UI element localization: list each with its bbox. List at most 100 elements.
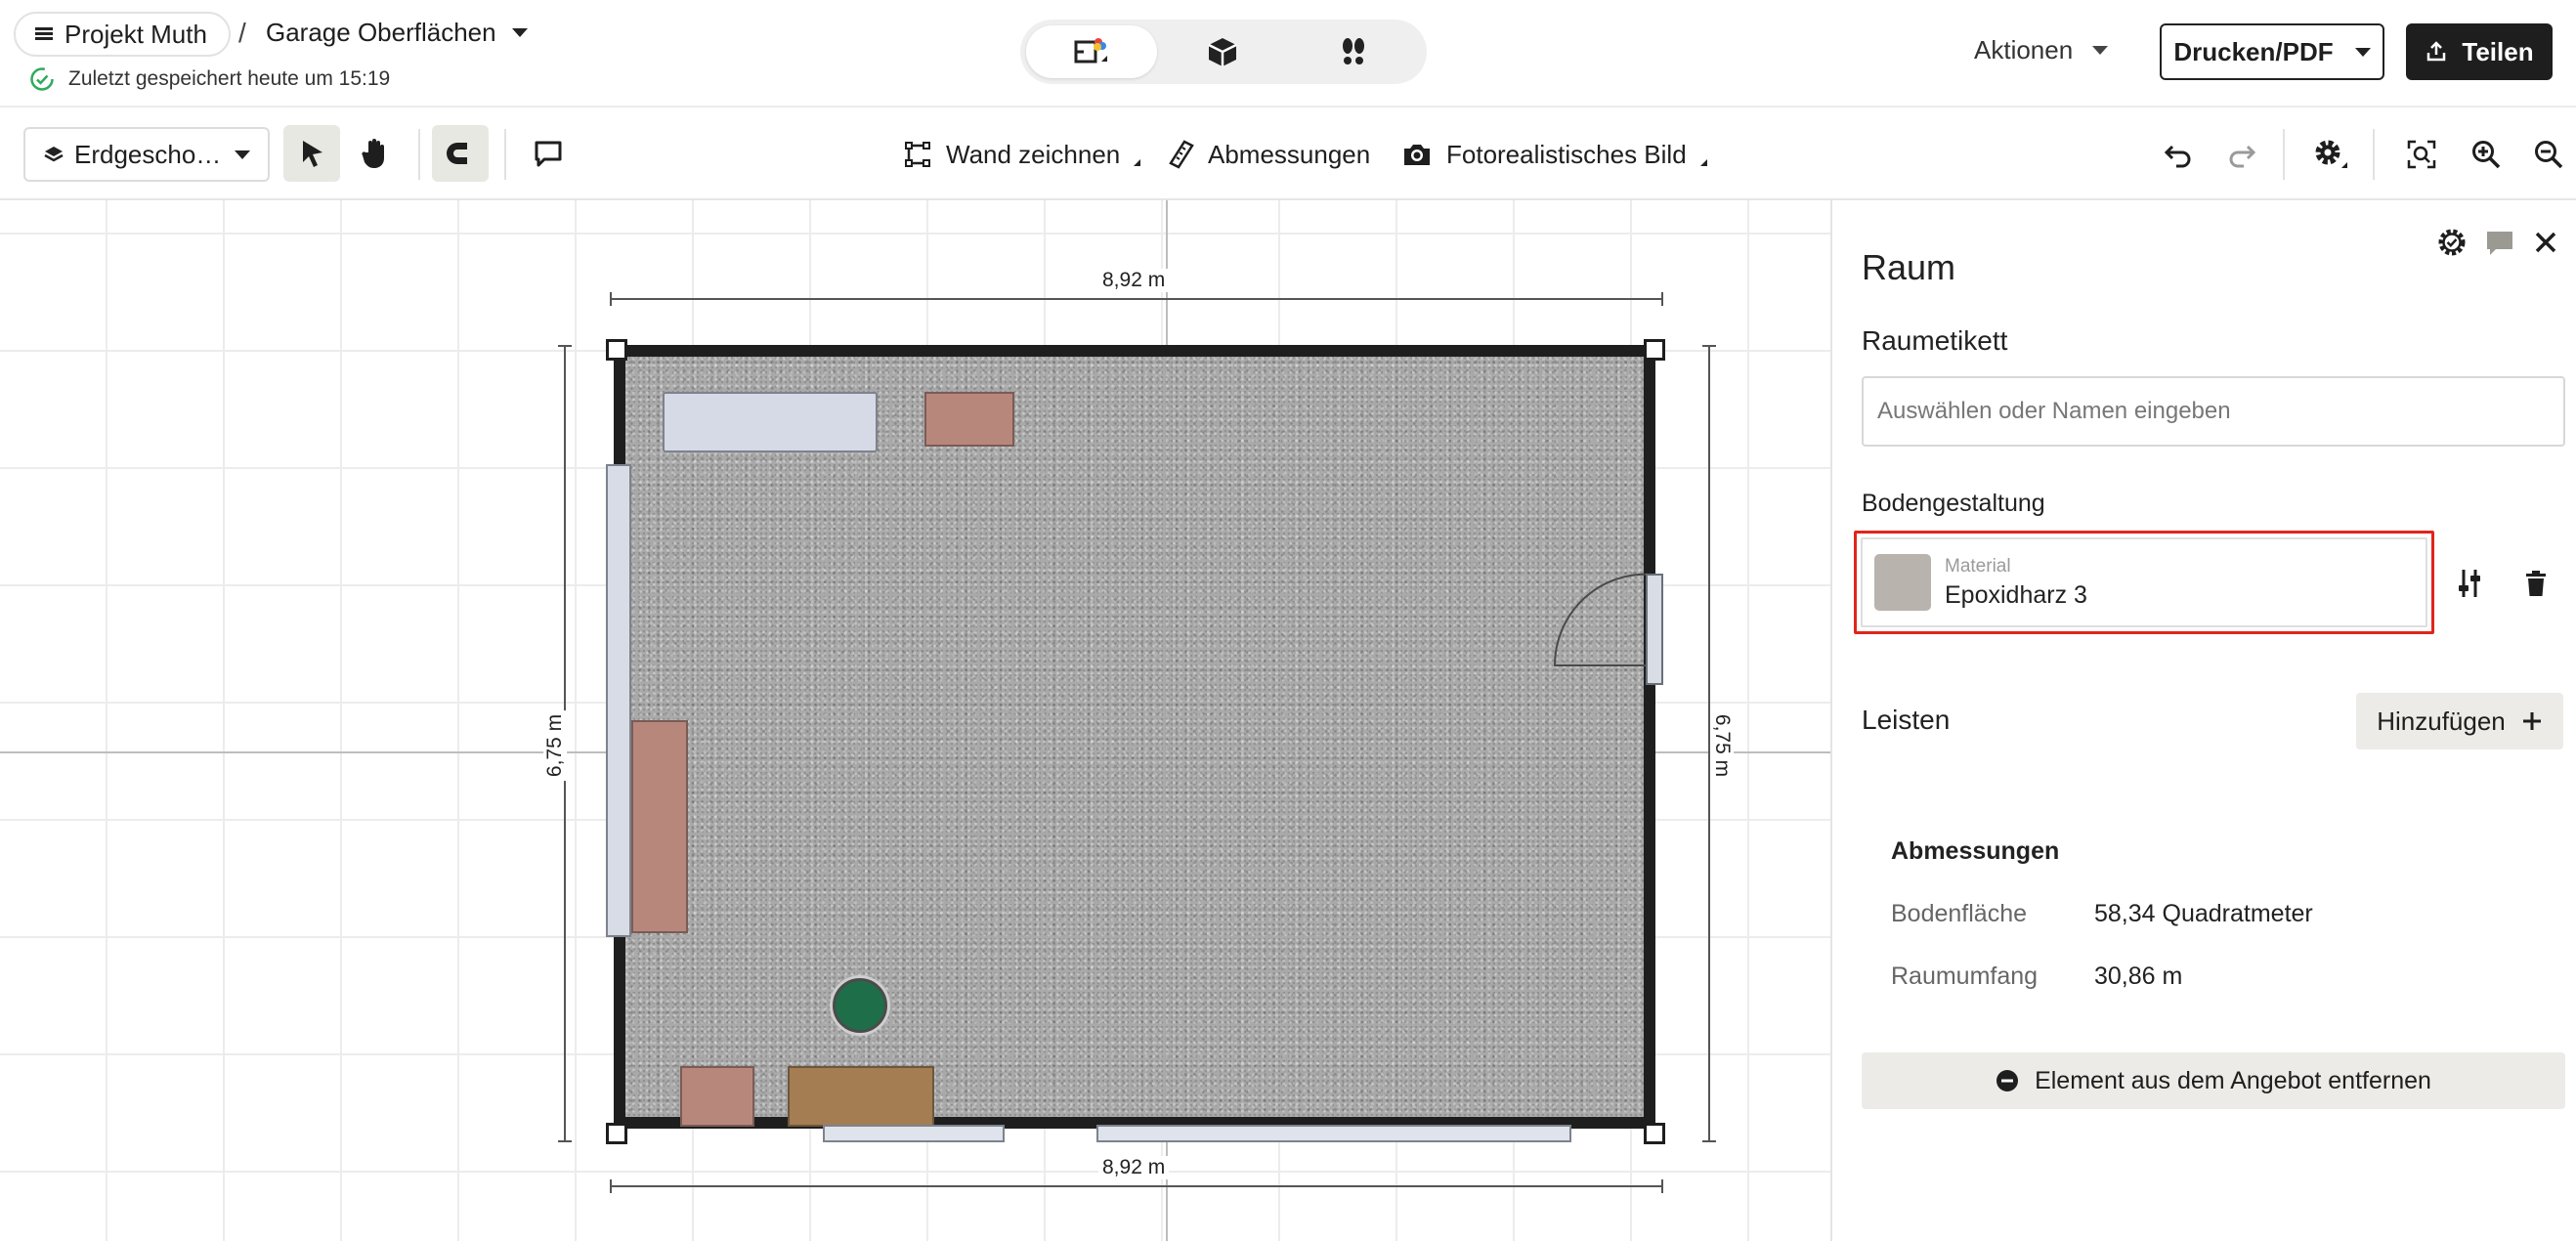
zoom-out-button[interactable] <box>2525 131 2572 178</box>
redo-icon <box>2229 145 2256 168</box>
walk-footsteps-icon <box>1343 38 1364 64</box>
room-corner-handle[interactable] <box>1644 1123 1665 1144</box>
chevron-down-icon <box>511 28 528 37</box>
wooden-table-object[interactable] <box>788 1066 934 1127</box>
comment-icon <box>535 141 562 167</box>
floor-area-label: Bodenfläche <box>1891 900 2028 927</box>
add-skirting-button[interactable]: Hinzufügen <box>2356 693 2563 749</box>
breadcrumb-separator: / <box>238 18 246 48</box>
perimeter-row: Raumumfang 30,86 m <box>1891 963 2182 991</box>
window-bottom-left[interactable] <box>823 1125 1005 1142</box>
hamburger-icon <box>35 27 53 41</box>
dimension-label-top: 8,92 m <box>1098 269 1170 292</box>
settings-button[interactable] <box>2308 131 2355 178</box>
photoreal-image-button[interactable]: Fotorealistisches Bild <box>1401 133 1707 176</box>
room-label-input[interactable]: Auswählen oder Namen eingeben <box>1862 376 2565 447</box>
dimension-tick <box>1702 1140 1716 1142</box>
ruler-icon <box>1169 140 1194 169</box>
draw-wall-button[interactable]: Wand zeichnen <box>903 133 1141 176</box>
workbench-object[interactable] <box>663 392 878 452</box>
dimension-line-top <box>610 298 1663 300</box>
hand-icon <box>362 139 384 168</box>
settings-badge-icon[interactable] <box>2437 228 2467 257</box>
wall-window-left[interactable] <box>606 464 631 937</box>
snap-magnet-button[interactable] <box>432 125 489 182</box>
perimeter-label: Raumumfang <box>1891 963 2039 990</box>
comment-filled-icon[interactable] <box>2484 228 2515 257</box>
top-bar: Projekt Muth / Garage Oberflächen Zuletz… <box>0 0 2576 107</box>
share-button[interactable]: Teilen <box>2406 23 2553 80</box>
gear-icon <box>2315 140 2347 168</box>
toolbar-divider <box>2283 129 2285 180</box>
2d-plan-icon <box>1074 38 1107 64</box>
room-corner-handle[interactable] <box>1644 339 1665 361</box>
print-pdf-label: Drucken/PDF <box>2173 36 2334 66</box>
dimension-tick <box>610 1179 612 1193</box>
room-label-heading: Raumetikett <box>1862 325 2008 356</box>
zoom-out-icon <box>2535 141 2563 169</box>
close-icon[interactable] <box>2533 230 2558 255</box>
add-label: Hinzufügen <box>2377 706 2506 736</box>
door-leaf[interactable] <box>1646 574 1663 685</box>
plan-name: Garage Oberflächen <box>266 18 496 47</box>
toolbar-divider <box>2373 129 2375 180</box>
chevron-down-icon <box>2354 47 2371 57</box>
cabinet-object[interactable] <box>924 392 1014 447</box>
skirting-heading: Leisten <box>1862 705 1951 735</box>
toolbar-divider <box>504 129 506 180</box>
view-3d-button[interactable] <box>1157 25 1288 78</box>
tool-bar: Erdgescho… Wand zeichnen Abmessungen Fot… <box>0 107 2576 200</box>
dimension-line-bottom <box>610 1185 1663 1187</box>
material-delete-button[interactable] <box>2514 562 2557 605</box>
remove-from-quote-button[interactable]: Element aus dem Angebot entfernen <box>1862 1052 2565 1109</box>
room-floor-epoxy[interactable] <box>614 345 1655 1129</box>
small-cabinet-object[interactable] <box>680 1066 754 1127</box>
undo-icon <box>2164 145 2191 168</box>
view-walkthrough-button[interactable] <box>1288 25 1419 78</box>
material-name: Epoxidharz 3 <box>1945 580 2087 609</box>
panel-title: Raum <box>1862 247 1956 287</box>
garage-door-bottom[interactable] <box>1096 1125 1571 1142</box>
save-status: Zuletzt gespeichert heute um 15:19 <box>29 66 390 92</box>
material-adjust-button[interactable] <box>2448 562 2491 605</box>
undo-button[interactable] <box>2155 131 2202 178</box>
project-menu-button[interactable]: Projekt Muth <box>14 12 231 57</box>
layers-icon <box>44 147 64 162</box>
print-pdf-button[interactable]: Drucken/PDF <box>2160 23 2384 80</box>
actions-dropdown[interactable]: Aktionen <box>1974 35 2109 65</box>
dimensions-button[interactable]: Abmessungen <box>1169 133 1370 176</box>
camera-icon <box>1404 145 1430 165</box>
actions-label: Aktionen <box>1974 35 2074 64</box>
pan-tool-button[interactable] <box>346 125 403 182</box>
select-tool-button[interactable] <box>283 125 340 182</box>
material-selector-highlighted[interactable]: Material Epoxidharz 3 <box>1854 531 2434 634</box>
round-bin-object[interactable] <box>833 978 887 1033</box>
plan-name-dropdown[interactable]: Garage Oberflächen <box>266 18 528 48</box>
3d-box-icon <box>1208 38 1237 66</box>
material-field[interactable]: Material Epoxidharz 3 <box>1861 537 2427 627</box>
dimensions-label: Abmessungen <box>1208 139 1371 169</box>
floor-selector[interactable]: Erdgescho… <box>23 127 270 182</box>
material-caption: Material <box>1945 555 2011 577</box>
shelf-object[interactable] <box>631 720 688 933</box>
redo-button[interactable] <box>2218 131 2265 178</box>
room-corner-handle[interactable] <box>606 1123 627 1144</box>
room-corner-handle[interactable] <box>606 339 627 361</box>
material-swatch <box>1874 554 1931 611</box>
dimension-tick <box>610 292 612 306</box>
dimension-tick <box>1702 345 1716 347</box>
panel-header-actions <box>2437 228 2558 257</box>
zoom-fit-button[interactable] <box>2398 131 2445 178</box>
comment-tool-button[interactable] <box>520 125 577 182</box>
floor-area-row: Bodenfläche 58,34 Quadratmeter <box>1891 900 2313 928</box>
plus-icon <box>2522 712 2541 730</box>
dimension-label-left: 6,75 m <box>543 709 568 782</box>
view-2d-button[interactable] <box>1026 25 1157 78</box>
floor-plan-canvas[interactable]: 8,92 m 8,92 m 6,75 m 6,75 m <box>0 200 1830 1241</box>
check-circle-icon <box>30 67 54 91</box>
dimension-tick <box>558 345 572 347</box>
sliders-icon <box>2459 570 2480 597</box>
share-label: Teilen <box>2462 36 2534 66</box>
zoom-in-button[interactable] <box>2463 131 2510 178</box>
magnet-icon <box>447 143 472 164</box>
